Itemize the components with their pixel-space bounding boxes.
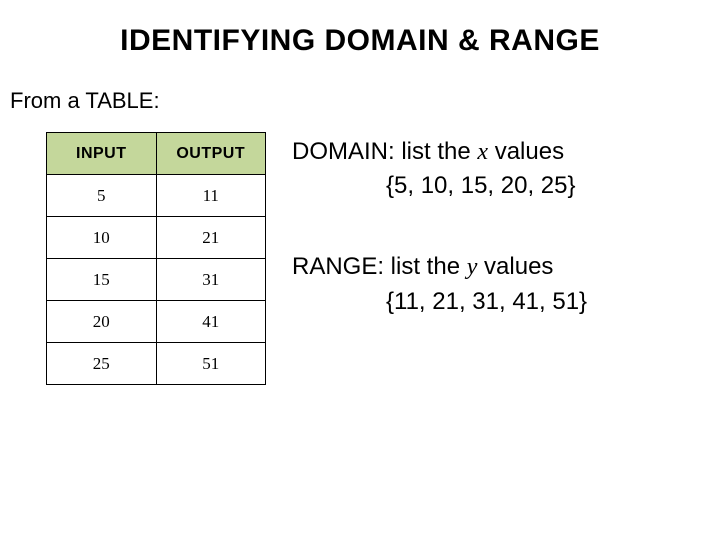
range-suffix: values [477, 253, 553, 280]
cell-input: 10 [47, 217, 157, 259]
range-var: y [467, 254, 478, 280]
domain-prefix: DOMAIN: list the [292, 138, 477, 165]
domain-var: x [477, 139, 488, 165]
range-line: RANGE: list the y values [292, 251, 587, 283]
domain-line: DOMAIN: list the x values [292, 136, 587, 168]
cell-input: 15 [47, 259, 157, 301]
cell-output: 51 [156, 343, 266, 385]
th-input: INPUT [47, 133, 157, 175]
cell-output: 11 [156, 175, 266, 217]
io-table: INPUT OUTPUT 5 11 10 21 15 31 [46, 132, 266, 385]
table-row: 20 41 [47, 301, 266, 343]
cell-input: 5 [47, 175, 157, 217]
cell-output: 31 [156, 259, 266, 301]
cell-input: 25 [47, 343, 157, 385]
table-row: 15 31 [47, 259, 266, 301]
explanation-text: DOMAIN: list the x values {5, 10, 15, 20… [292, 132, 587, 317]
cell-input: 20 [47, 301, 157, 343]
table-row: 25 51 [47, 343, 266, 385]
domain-set: {5, 10, 15, 20, 25} [386, 170, 587, 201]
range-set: {11, 21, 31, 41, 51} [386, 286, 587, 317]
th-output: OUTPUT [156, 133, 266, 175]
slide: IDENTIFYING DOMAIN & RANGE From a TABLE:… [0, 0, 720, 540]
domain-suffix: values [488, 138, 564, 165]
content-row: INPUT OUTPUT 5 11 10 21 15 31 [16, 132, 704, 385]
table-row: 10 21 [47, 217, 266, 259]
range-prefix: RANGE: list the [292, 253, 467, 280]
cell-output: 21 [156, 217, 266, 259]
io-table-wrap: INPUT OUTPUT 5 11 10 21 15 31 [46, 132, 266, 385]
page-title: IDENTIFYING DOMAIN & RANGE [16, 24, 704, 58]
table-row: 5 11 [47, 175, 266, 217]
subtitle: From a TABLE: [10, 88, 704, 114]
table-header-row: INPUT OUTPUT [47, 133, 266, 175]
cell-output: 41 [156, 301, 266, 343]
